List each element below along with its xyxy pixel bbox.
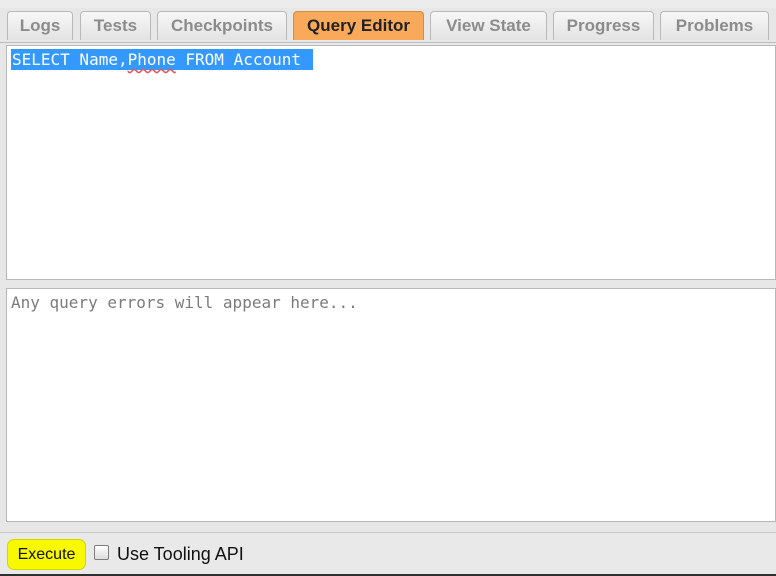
query-text-part: FROM Account [175, 50, 301, 69]
query-text: SELECT Name,Phone FROM Account [11, 49, 313, 70]
tab-query-editor[interactable]: Query Editor [293, 11, 424, 40]
query-text-part: SELECT Name, [12, 50, 128, 69]
errors-placeholder: Any query errors will appear here... [11, 293, 358, 312]
top-strip [0, 0, 776, 8]
selected-query: SELECT Name,Phone FROM Account [11, 49, 313, 70]
execute-button[interactable]: Execute [7, 539, 86, 570]
tab-tests[interactable]: Tests [80, 11, 151, 40]
spellcheck-word: Phone [127, 50, 176, 69]
query-actions-bar: Execute Use Tooling API [0, 532, 776, 576]
query-errors-output[interactable]: Any query errors will appear here... [6, 288, 776, 522]
tab-view-state[interactable]: View State [430, 11, 547, 40]
tab-bar: Logs Tests Checkpoints Query Editor View… [0, 8, 776, 43]
use-tooling-api-label[interactable]: Use Tooling API [117, 544, 244, 564]
tab-logs[interactable]: Logs [7, 11, 73, 40]
tab-checkpoints[interactable]: Checkpoints [157, 11, 287, 40]
use-tooling-api-checkbox[interactable] [94, 545, 109, 560]
tab-progress[interactable]: Progress [553, 11, 654, 40]
tab-problems[interactable]: Problems [660, 11, 769, 40]
query-input[interactable]: SELECT Name,Phone FROM Account [6, 45, 776, 280]
developer-console-query-panel: Logs Tests Checkpoints Query Editor View… [0, 0, 776, 576]
